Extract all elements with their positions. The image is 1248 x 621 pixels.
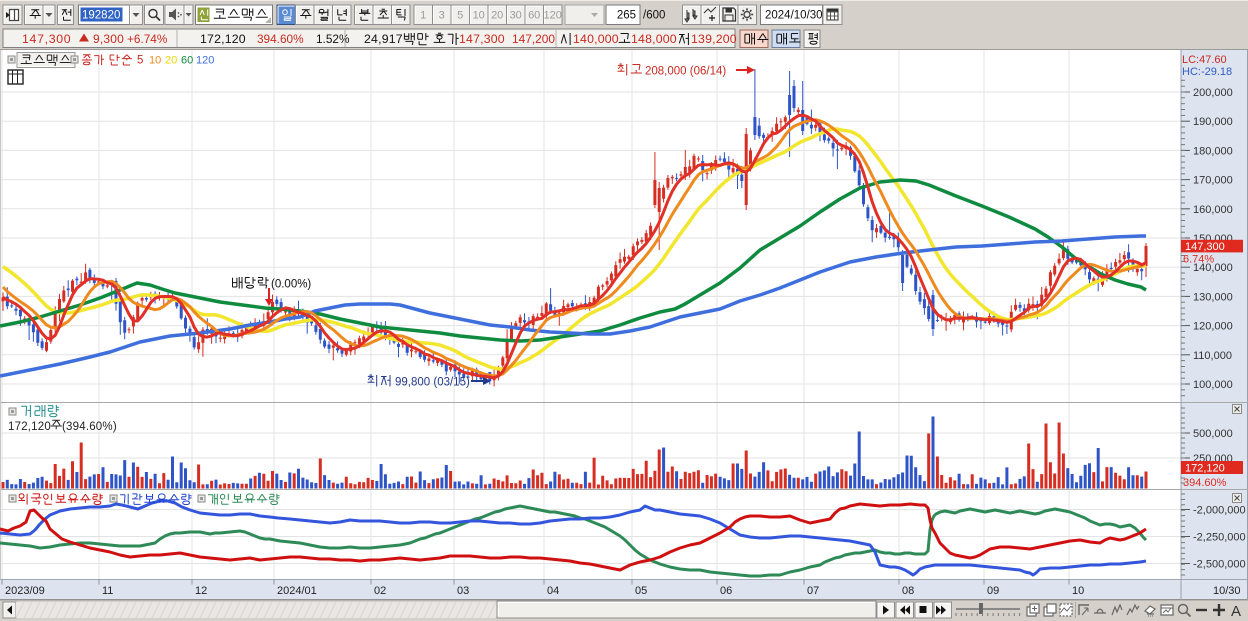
svg-text:2024/01: 2024/01 (277, 585, 317, 597)
svg-text:147,300: 147,300 (22, 32, 71, 46)
svg-text:500,000: 500,000 (1193, 428, 1233, 440)
svg-text:172,120: 172,120 (8, 421, 51, 433)
svg-text:160,000: 160,000 (1193, 204, 1233, 216)
svg-text:6.74%: 6.74% (1183, 254, 1214, 266)
svg-text:394.60%: 394.60% (1183, 477, 1227, 489)
svg-text:394.60%: 394.60% (257, 32, 304, 46)
svg-text:10: 10 (473, 10, 485, 22)
svg-text:180,000: 180,000 (1193, 145, 1233, 157)
svg-text:2023/09: 2023/09 (5, 585, 45, 597)
svg-text:120,000: 120,000 (1193, 321, 1233, 333)
svg-text:172,120: 172,120 (1185, 463, 1225, 475)
svg-text:08: 08 (902, 585, 914, 597)
svg-text:60: 60 (528, 10, 540, 22)
svg-text:-2,500,000: -2,500,000 (1193, 559, 1246, 571)
svg-text:60: 60 (181, 55, 193, 67)
svg-text:100,000: 100,000 (1193, 379, 1233, 391)
svg-text:20: 20 (165, 55, 177, 67)
svg-text:04: 04 (547, 585, 559, 597)
svg-text:99,800 (03/15): 99,800 (03/15) (395, 377, 470, 389)
svg-text:LC:47.60: LC:47.60 (1182, 54, 1227, 66)
svg-text:05: 05 (635, 585, 647, 597)
svg-text:HC:-29.18: HC:-29.18 (1182, 66, 1232, 78)
svg-text:3: 3 (439, 10, 445, 22)
svg-text:120: 120 (196, 55, 214, 67)
svg-text:140,000: 140,000 (573, 32, 619, 46)
svg-text:2024/10/30: 2024/10/30 (765, 10, 823, 22)
svg-text:A: A (1231, 603, 1241, 620)
svg-text:11: 11 (102, 585, 113, 597)
svg-text:/600: /600 (643, 10, 665, 22)
svg-text:170,000: 170,000 (1193, 175, 1233, 187)
svg-text:148,000: 148,000 (631, 32, 677, 46)
svg-text:265: 265 (617, 10, 636, 22)
svg-text:-2,250,000: -2,250,000 (1193, 532, 1246, 544)
svg-text:(0.00%): (0.00%) (271, 279, 311, 291)
svg-text:192820: 192820 (82, 10, 120, 22)
svg-text:190,000: 190,000 (1193, 116, 1233, 128)
svg-text:07: 07 (807, 585, 819, 597)
svg-text:-2,000,000: -2,000,000 (1193, 505, 1246, 517)
svg-text:172,120: 172,120 (200, 32, 246, 46)
svg-text:139,200: 139,200 (691, 32, 737, 46)
svg-text:06: 06 (720, 585, 732, 597)
svg-text:02: 02 (374, 585, 386, 597)
svg-text:10/30: 10/30 (1213, 585, 1241, 597)
svg-text:20: 20 (491, 10, 503, 22)
svg-text:5: 5 (137, 55, 143, 67)
svg-text:12: 12 (195, 585, 207, 597)
svg-text:+6.74%: +6.74% (127, 32, 168, 46)
svg-text:130,000: 130,000 (1193, 291, 1233, 303)
svg-text:120: 120 (544, 10, 562, 22)
svg-text:208,000 (06/14): 208,000 (06/14) (645, 66, 726, 78)
svg-text:10: 10 (149, 55, 161, 67)
svg-text:5: 5 (457, 10, 463, 22)
svg-text:1: 1 (420, 10, 426, 22)
svg-text:147,200: 147,200 (512, 32, 555, 46)
svg-text:30: 30 (510, 10, 522, 22)
svg-text:200,000: 200,000 (1193, 87, 1233, 99)
svg-text:24,917: 24,917 (364, 32, 403, 46)
svg-text:110,000: 110,000 (1193, 350, 1232, 362)
svg-text:9,300: 9,300 (93, 32, 124, 46)
svg-text:147,300: 147,300 (1185, 241, 1225, 253)
svg-text:147,300: 147,300 (459, 32, 505, 46)
svg-text:(394.60%): (394.60%) (62, 421, 117, 433)
svg-text:03: 03 (457, 585, 469, 597)
svg-text:10: 10 (1072, 585, 1084, 597)
svg-text:09: 09 (987, 585, 999, 597)
